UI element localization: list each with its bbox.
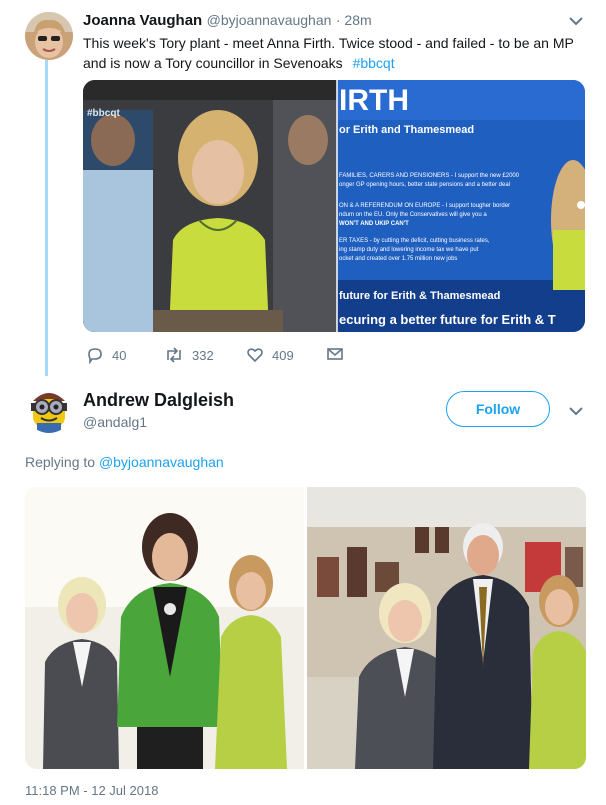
leaflet-para2c: WON'T AND UKIP CAN'T <box>339 221 409 227</box>
leaflet-subtitle: or Erith and Thamesmead <box>339 124 475 136</box>
tweet1-author-handle[interactable]: @byjoannavaughan <box>207 12 332 28</box>
heart-icon <box>247 348 263 363</box>
reply-icon <box>88 348 102 364</box>
tweet1-text-line1: This week's Tory plant - meet Anna Firth… <box>83 35 574 51</box>
retweet-icon <box>167 347 181 363</box>
tweet1-more-button[interactable] <box>568 14 586 28</box>
tv-hashtag-watermark: #bbcqt <box>87 108 120 119</box>
tweet2-author-handle[interactable]: @andalg1 <box>83 414 147 430</box>
chevron-down-icon <box>569 407 583 416</box>
leaflet-para2b: ndum on the EU. Only the Conservatives w… <box>339 212 487 218</box>
joanna-avatar[interactable] <box>25 12 73 60</box>
leaflet-para3b: ing stamp duty and lowering income tax w… <box>339 247 479 253</box>
tweet1-timestamp[interactable]: · 28m <box>336 12 372 28</box>
like-button[interactable]: 409 <box>246 346 294 364</box>
leaflet-banner2: ecuring a better future for Erith & T <box>339 312 556 327</box>
leaflet-para3c: ocket and created over 1.75 million new … <box>339 256 458 262</box>
reply-button[interactable]: 40 <box>86 346 126 364</box>
leaflet-title: IRTH <box>339 84 409 117</box>
follow-button[interactable]: Follow <box>446 391 550 427</box>
tweet2-more-button[interactable] <box>568 404 586 418</box>
leaflet-para3: ER TAXES - by cutting the deficit, cutti… <box>339 238 490 244</box>
thread-connector-line <box>45 60 48 376</box>
envelope-icon <box>327 348 343 360</box>
tweet2-timestamp[interactable]: 11:18 PM - 12 Jul 2018 <box>25 783 158 798</box>
retweet-button[interactable]: 332 <box>164 346 214 364</box>
reply-count: 40 <box>112 347 127 363</box>
tweet1-hashtag-link[interactable]: #bbcqt <box>353 55 395 71</box>
replying-to-link[interactable]: @byjoannavaughan <box>99 454 224 470</box>
direct-message-button[interactable] <box>326 346 344 362</box>
leaflet-para2: ON & A REFERENDUM ON EUROPE - I support … <box>339 203 511 209</box>
like-count: 409 <box>272 347 294 363</box>
follow-button-label: Follow <box>475 401 521 417</box>
tweet2-media[interactable] <box>25 487 586 769</box>
leaflet-banner1: future for Erith & Thamesmead <box>339 290 501 302</box>
tweet1-text-line2: and is now a Tory councillor in Sevenoak… <box>83 55 343 71</box>
chevron-down-icon <box>569 17 583 26</box>
tweet1-author-name[interactable]: Joanna Vaughan <box>83 12 202 29</box>
tweet2-author-name[interactable]: Andrew Dalgleish <box>83 390 234 411</box>
replying-to-label: Replying to <box>25 454 96 470</box>
leaflet-para1b: onger GP opening hours, better state pen… <box>339 182 511 188</box>
tweet1-media[interactable]: #bbcqt IRTH or Erith and Thamesmead FAMI… <box>83 80 585 332</box>
leaflet-para1: FAMILIES, CARERS AND PENSIONERS - I supp… <box>339 173 520 179</box>
retweet-count: 332 <box>192 347 214 363</box>
andrew-avatar[interactable] <box>25 385 73 433</box>
